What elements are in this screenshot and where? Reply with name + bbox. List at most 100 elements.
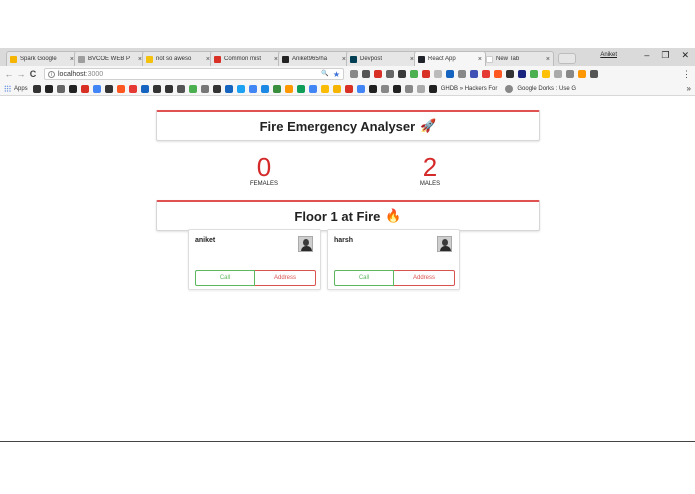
extension-icon[interactable] (350, 70, 358, 78)
person-name: harsh (334, 237, 354, 244)
call-button[interactable]: Call (195, 270, 255, 286)
bookmark-favicon-icon[interactable] (320, 84, 329, 93)
bookmark-favicon-icon[interactable] (44, 84, 53, 93)
browser-tab[interactable]: not so aweso × (142, 51, 214, 66)
browser-tab[interactable]: Spark Google × (6, 51, 78, 66)
tab-close-icon[interactable]: × (478, 56, 482, 63)
extension-icon[interactable] (518, 70, 526, 78)
forward-icon[interactable]: → (16, 69, 26, 79)
bookmark-favicon-icon[interactable] (152, 84, 161, 93)
extension-icon[interactable] (566, 70, 574, 78)
bookmark-favicon-icon[interactable] (392, 84, 401, 93)
bookmark-favicon-icon[interactable] (296, 84, 305, 93)
extension-icon[interactable] (386, 70, 394, 78)
bookmark-favicon-icon[interactable] (56, 84, 65, 93)
bookmark-favicon-icon[interactable] (248, 84, 257, 93)
bookmark-favicon-icon[interactable] (164, 84, 173, 93)
tabs-container: Spark Google × BVCOE WEB P × not so aweso × Co… (6, 51, 554, 66)
bookmark-favicon-icon[interactable] (188, 84, 197, 93)
bookmark-favicon-icon[interactable] (344, 84, 353, 93)
bookmark-favicon-icon[interactable] (140, 84, 149, 93)
bookmark-favicon-icon[interactable] (80, 84, 89, 93)
bookmarks-overflow-icon[interactable]: » (687, 84, 691, 93)
back-icon[interactable]: ← (4, 69, 14, 79)
apps-label: Apps (14, 85, 28, 92)
bookmark-favicon-icon[interactable] (32, 84, 41, 93)
url-input[interactable]: i localhost:3000 🔍 ★ (44, 68, 344, 80)
menu-icon[interactable]: ⋮ (682, 69, 691, 80)
tab-close-icon[interactable]: × (546, 56, 550, 63)
extension-icon[interactable] (410, 70, 418, 78)
extension-icon[interactable] (506, 70, 514, 78)
minimize-icon[interactable]: – (644, 50, 649, 61)
extension-icon[interactable] (482, 70, 490, 78)
tab-favicon-icon (146, 55, 153, 63)
browser-tab[interactable]: React App × (414, 51, 486, 66)
extension-icon[interactable] (590, 70, 598, 78)
extension-icon[interactable] (446, 70, 454, 78)
bookmark-favicon-icon[interactable] (68, 84, 77, 93)
extension-icon[interactable] (494, 70, 502, 78)
floor-alert-title: Floor 1 at Fire (294, 208, 381, 224)
bookmark-favicon-icon[interactable] (104, 84, 113, 93)
extension-icon[interactable] (458, 70, 466, 78)
bookmark-ghdb[interactable]: GHDB » Hackers For (441, 86, 498, 92)
bookmark-favicon-icon[interactable] (332, 84, 341, 93)
bookmark-favicon-icon[interactable] (212, 84, 221, 93)
browser-tab[interactable]: Aniket965/ha × (278, 51, 350, 66)
bookmark-favicon-icon[interactable] (176, 84, 185, 93)
apps-grid-icon (4, 85, 11, 92)
extension-icon[interactable] (578, 70, 586, 78)
call-button[interactable]: Call (334, 270, 394, 286)
bookmark-favicon-icon[interactable] (224, 84, 233, 93)
bookmark-favicon-icon[interactable] (260, 84, 269, 93)
address-button[interactable]: Address (255, 270, 316, 286)
tab-favicon-icon (10, 55, 17, 63)
bookmark-favicon-icon[interactable] (272, 84, 281, 93)
profile-name[interactable]: Aniket (600, 52, 617, 58)
bookmark-favicon-icon[interactable] (416, 84, 425, 93)
bookmark-icons (32, 84, 429, 93)
bookmark-favicon-icon[interactable] (284, 84, 293, 93)
extension-icon[interactable] (470, 70, 478, 78)
browser-tab[interactable]: New Tab × (482, 51, 554, 66)
bookmark-favicon-icon[interactable] (308, 84, 317, 93)
bookmark-favicon-icon[interactable] (380, 84, 389, 93)
app-title-card: Fire Emergency Analyser 🚀 (156, 110, 540, 141)
browser-tab[interactable]: Devpost × (346, 51, 418, 66)
bookmark-favicon-icon[interactable] (356, 84, 365, 93)
info-icon[interactable]: i (48, 70, 55, 78)
extension-icon[interactable] (530, 70, 538, 78)
tab-title: Spark Google (20, 56, 57, 62)
apps-bookmark[interactable]: Apps (4, 85, 28, 92)
star-icon[interactable]: ★ (333, 70, 340, 79)
bookmark-favicon-icon[interactable] (200, 84, 209, 93)
close-window-icon[interactable]: ✕ (681, 50, 689, 61)
reload-icon[interactable]: C (28, 69, 38, 79)
browser-tab[interactable]: Common mist × (210, 51, 282, 66)
bookmark-favicon-icon[interactable] (116, 84, 125, 93)
bookmark-favicon-icon[interactable] (368, 84, 377, 93)
restore-icon[interactable]: ❐ (661, 50, 669, 61)
new-tab-button[interactable] (558, 53, 576, 64)
tab-title: Aniket965/ha (292, 56, 328, 62)
females-stat: 0 FEMALES (234, 154, 294, 187)
extension-icon[interactable] (422, 70, 430, 78)
bookmark-favicon-icon[interactable] (404, 84, 413, 93)
extension-icon[interactable] (434, 70, 442, 78)
tab-title: Common mist (224, 56, 262, 62)
browser-tab[interactable]: BVCOE WEB P × (74, 51, 146, 66)
address-button[interactable]: Address (394, 270, 455, 286)
rocket-icon: 🚀 (420, 118, 437, 133)
search-icon[interactable]: 🔍 (321, 70, 328, 79)
extension-icon[interactable] (398, 70, 406, 78)
bookmark-favicon-icon[interactable] (128, 84, 137, 93)
bookmark-favicon-icon[interactable] (236, 84, 245, 93)
bookmark-favicon-icon[interactable] (92, 84, 101, 93)
extension-icon[interactable] (374, 70, 382, 78)
window-controls: – ❐ ✕ (644, 50, 689, 61)
bookmark-google-dorks[interactable]: Google Dorks : Use G (517, 86, 576, 92)
extension-icon[interactable] (362, 70, 370, 78)
extension-icon[interactable] (542, 70, 550, 78)
extension-icon[interactable] (554, 70, 562, 78)
